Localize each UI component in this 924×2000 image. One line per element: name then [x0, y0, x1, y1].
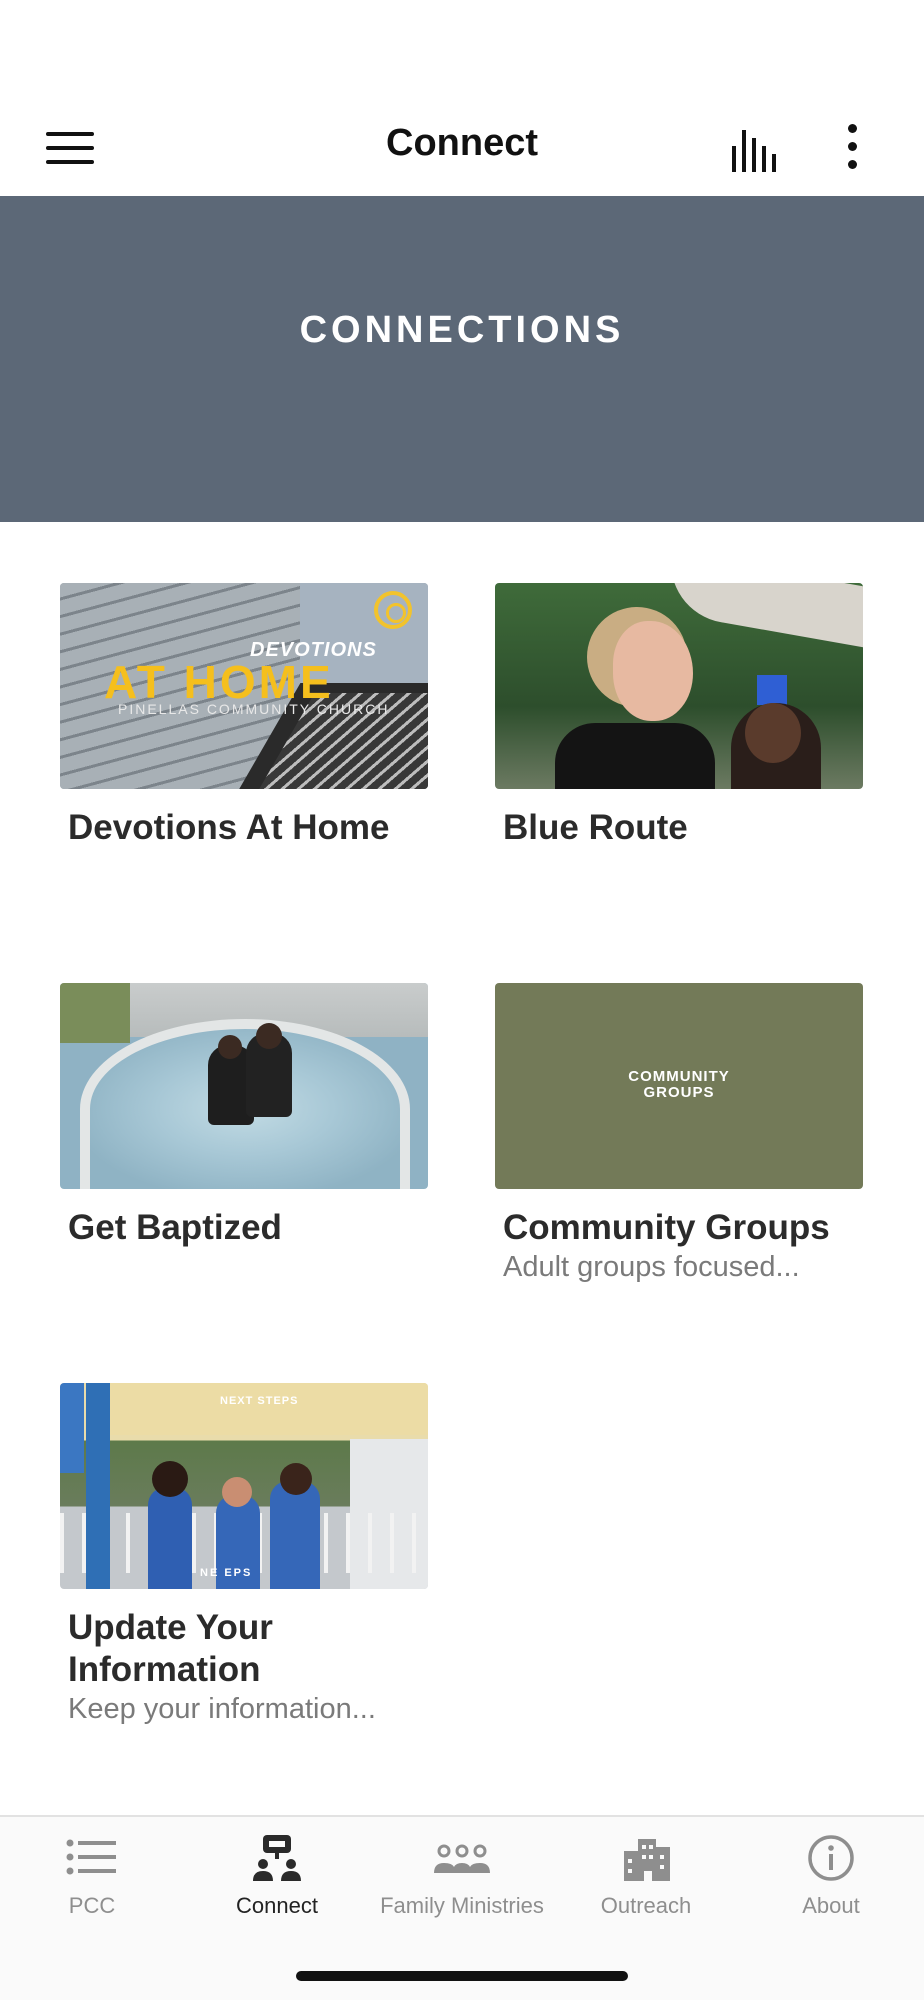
- banner-title: CONNECTIONS: [299, 309, 625, 351]
- connect-people-icon: [249, 1833, 305, 1883]
- tab-label: Connect: [236, 1893, 318, 1918]
- card-community-groups[interactable]: COMMUNITY GROUPS Community Groups Adult …: [495, 983, 863, 1285]
- community-groups-thumbnail: COMMUNITY GROUPS: [495, 983, 863, 1189]
- card-title: Blue Route: [503, 808, 688, 847]
- card-title: Community Groups: [503, 1208, 830, 1247]
- sun-logo-icon: [374, 591, 412, 629]
- card-title: Update Your Information: [68, 1608, 273, 1689]
- baptism-thumbnail: [60, 983, 428, 1189]
- tab-outreach[interactable]: Outreach: [556, 1833, 736, 1933]
- hamburger-menu-icon[interactable]: [40, 128, 100, 168]
- more-vertical-icon[interactable]: [830, 120, 874, 176]
- card-devotions-at-home[interactable]: DEVOTIONS AT HOME PINELLAS COMMUNITY CHU…: [60, 583, 428, 849]
- tab-label: About: [802, 1893, 860, 1918]
- tab-label: PCC: [68, 1893, 116, 1918]
- card-update-your-information[interactable]: NEXT STEPS NE EPS Update Your Informatio…: [60, 1383, 428, 1727]
- thumb-text-next-steps: NEXT STEPS: [220, 1395, 299, 1407]
- thumb-text-groups: GROUPS: [643, 1084, 715, 1101]
- status-bar: [0, 0, 924, 100]
- navigation-bar: Connect: [0, 100, 924, 196]
- list-icon: [64, 1833, 120, 1883]
- thumb-community-text: COMMUNITY GROUPS: [495, 1069, 863, 1101]
- audio-bars-icon[interactable]: [724, 124, 784, 174]
- group-people-icon: [432, 1833, 492, 1883]
- tab-pcc[interactable]: PCC: [2, 1833, 182, 1933]
- card-title: Get Baptized: [68, 1208, 282, 1247]
- tab-connect[interactable]: Connect: [187, 1833, 367, 1933]
- tab-family-ministries[interactable]: Family Ministries: [372, 1833, 552, 1933]
- connections-banner: CONNECTIONS: [0, 196, 924, 522]
- page-title: Connect: [386, 122, 538, 164]
- info-icon: [803, 1833, 859, 1883]
- thumb-text-community: COMMUNITY: [628, 1068, 730, 1085]
- tab-label: Outreach: [600, 1893, 692, 1918]
- card-subtitle: Adult groups focused...: [503, 1251, 800, 1283]
- home-indicator[interactable]: [296, 1971, 628, 1981]
- thumb-text-church: PINELLAS COMMUNITY CHURCH: [118, 701, 390, 717]
- devotions-thumbnail: DEVOTIONS AT HOME PINELLAS COMMUNITY CHU…: [60, 583, 428, 789]
- card-subtitle: Keep your information...: [68, 1693, 376, 1725]
- tab-about[interactable]: About: [741, 1833, 921, 1933]
- blue-route-thumbnail: [495, 583, 863, 789]
- card-title: Devotions At Home: [68, 808, 390, 847]
- thumb-text-bottom: NE EPS: [200, 1567, 253, 1579]
- update-info-thumbnail: NEXT STEPS NE EPS: [60, 1383, 428, 1589]
- buildings-icon: [618, 1833, 674, 1883]
- card-blue-route[interactable]: Blue Route: [495, 583, 863, 849]
- tab-label: Family Ministries: [380, 1893, 544, 1918]
- card-get-baptized[interactable]: Get Baptized: [60, 983, 428, 1249]
